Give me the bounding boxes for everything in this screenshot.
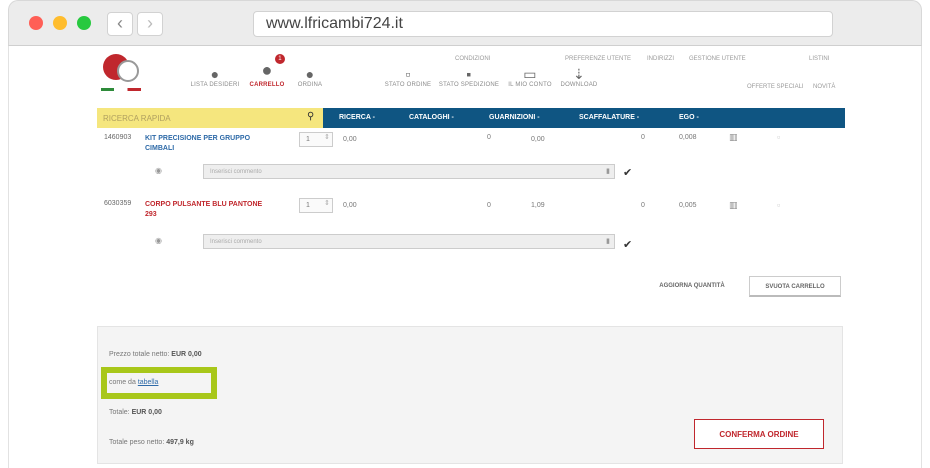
nav-scaffalature[interactable]: SCAFFALATURE - <box>579 114 639 121</box>
product-name-link[interactable]: KIT PRECISIONE PER GRUPPO CIMBALI <box>145 134 265 154</box>
nav-ricerca[interactable]: RICERCA - <box>339 114 375 121</box>
quantity-value: 1 <box>306 202 310 209</box>
order-label: ORDINA <box>297 82 323 88</box>
trash-icon[interactable]: ▥ <box>729 200 738 211</box>
forward-button[interactable]: › <box>137 12 163 36</box>
row-checkbox[interactable]: ▫ <box>777 200 780 210</box>
column-a: 0 <box>487 202 491 209</box>
net-total-label: Prezzo totale netto: <box>109 351 170 358</box>
total-label: Totale: <box>109 409 130 416</box>
cart-link[interactable]: ● 1 CARRELLO <box>245 54 289 88</box>
search-icon[interactable]: ⚲ <box>307 111 314 122</box>
order-summary-panel: Prezzo totale netto: EUR 0,00 come da ta… <box>97 326 843 464</box>
cart-label: CARRELLO <box>249 82 285 88</box>
my-account-label: IL MIO CONTO <box>508 82 552 88</box>
net-total-line: Prezzo totale netto: EUR 0,00 <box>109 351 202 358</box>
comment-input[interactable]: Inserisci commento ▮ <box>203 164 615 179</box>
web-page: ● LISTA DESIDERI ● 1 CARRELLO ● ORDINA ▫… <box>8 46 922 468</box>
news-link[interactable]: NOVITÀ <box>813 84 835 90</box>
cart-count-badge: 1 <box>275 54 285 64</box>
address-bar[interactable]: www.lfricambi724.it <box>253 11 833 37</box>
top-link-conditions[interactable]: CONDIZIONI <box>455 56 490 62</box>
logo-flag-stripe <box>101 88 141 91</box>
download-link[interactable]: ⇣ DOWNLOAD <box>559 66 599 88</box>
trash-icon[interactable]: ▥ <box>729 132 738 143</box>
comment-icon: ◉ <box>155 236 162 245</box>
stepper-arrows-icon[interactable]: ⇕ <box>324 199 330 207</box>
minimize-window-button[interactable] <box>53 16 67 30</box>
column-b: 1,09 <box>531 202 545 209</box>
net-weight-value: 497,9 kg <box>166 439 194 446</box>
calendar-icon: ▭ <box>523 66 537 82</box>
nav-cataloghi[interactable]: CATALOGHI - <box>409 114 454 121</box>
input-handle-icon: ▮ <box>606 238 610 245</box>
wishlist-link[interactable]: ● LISTA DESIDERI <box>187 66 243 88</box>
top-link-addresses[interactable]: INDIRIZZI <box>647 56 674 62</box>
back-button[interactable]: ‹ <box>107 12 133 36</box>
product-weight: 0,005 <box>679 202 697 209</box>
comment-placeholder: Inserisci commento <box>210 239 262 245</box>
my-account-link[interactable]: ▭ IL MIO CONTO <box>505 66 555 88</box>
order-status-label: STATO ORDINE <box>384 82 432 88</box>
highlight-box <box>101 367 217 399</box>
product-code: 6030359 <box>104 200 132 207</box>
quick-search-input[interactable]: RICERCA RAPIDA <box>97 108 323 128</box>
download-label: DOWNLOAD <box>560 82 598 88</box>
unit-price: 0,00 <box>343 136 357 143</box>
column-c: 0 <box>641 202 645 209</box>
quantity-value: 1 <box>306 136 310 143</box>
nav-guarnizioni[interactable]: GUARNIZIONI - <box>489 114 540 121</box>
top-link-price-lists[interactable]: LISTINI <box>809 56 829 62</box>
row-checkbox[interactable]: ▫ <box>777 132 780 142</box>
confirm-order-button[interactable]: CONFERMA ORDINE <box>694 419 824 449</box>
nav-ego[interactable]: EGO - <box>679 114 699 121</box>
column-a: 0 <box>487 134 491 141</box>
top-link-user-management[interactable]: GESTIONE UTENTE <box>689 56 746 62</box>
download-icon: ⇣ <box>573 66 585 82</box>
total-value: EUR 0,00 <box>131 409 162 416</box>
truck-icon: ▪ <box>466 66 472 82</box>
site-logo[interactable] <box>97 54 145 96</box>
product-code: 1460903 <box>104 134 132 141</box>
special-offers-link[interactable]: OFFERTE SPECIALI <box>747 84 804 90</box>
product-weight: 0,008 <box>679 134 697 141</box>
quantity-stepper[interactable]: 1 ⇕ <box>299 132 333 147</box>
net-weight-label: Totale peso netto: <box>109 439 165 446</box>
browser-titlebar: ‹ › www.lfricambi724.it <box>8 0 922 46</box>
update-quantity-button[interactable]: AGGIORNA QUANTITÀ <box>635 276 749 297</box>
comment-input[interactable]: Inserisci commento ▮ <box>203 234 615 249</box>
quantity-stepper[interactable]: 1 ⇕ <box>299 198 333 213</box>
logo-white-ball <box>117 60 139 82</box>
empty-cart-button[interactable]: SVUOTA CARRELLO <box>749 276 841 297</box>
top-link-preferences[interactable]: PREFERENZE UTENTE <box>565 56 631 62</box>
order-link[interactable]: ● ORDINA <box>295 66 325 88</box>
total-line: Totale: EUR 0,00 <box>109 409 162 416</box>
product-name-link[interactable]: CORPO PULSANTE BLU PANTONE 293 <box>145 200 265 220</box>
document-icon: ▫ <box>405 66 411 82</box>
order-status-link[interactable]: ▫ STATO ORDINE <box>383 66 433 88</box>
net-weight-line: Totale peso netto: 497,9 kg <box>109 439 194 446</box>
confirm-comment-check-icon[interactable]: ✔ <box>623 238 632 251</box>
main-nav-bar: RICERCA RAPIDA ⚲ RICERCA - CATALOGHI - G… <box>97 108 845 128</box>
browser-window: ‹ › www.lfricambi724.it ● LISTA DESIDERI… <box>8 0 922 468</box>
heart-icon: ● <box>210 66 220 82</box>
shipping-status-label: STATO SPEDIZIONE <box>438 82 500 88</box>
wishlist-label: LISTA DESIDERI <box>190 82 240 88</box>
confirm-comment-check-icon[interactable]: ✔ <box>623 166 632 179</box>
comment-placeholder: Inserisci commento <box>210 169 262 175</box>
column-c: 0 <box>641 134 645 141</box>
net-total-value: EUR 0,00 <box>171 351 202 358</box>
column-b: 0,00 <box>531 136 545 143</box>
comment-icon: ◉ <box>155 166 162 175</box>
order-icon: ● <box>305 66 315 82</box>
maximize-window-button[interactable] <box>77 16 91 30</box>
unit-price: 0,00 <box>343 202 357 209</box>
stepper-arrows-icon[interactable]: ⇕ <box>324 133 330 141</box>
shipping-status-link[interactable]: ▪ STATO SPEDIZIONE <box>437 66 501 88</box>
close-window-button[interactable] <box>29 16 43 30</box>
input-handle-icon: ▮ <box>606 168 610 175</box>
